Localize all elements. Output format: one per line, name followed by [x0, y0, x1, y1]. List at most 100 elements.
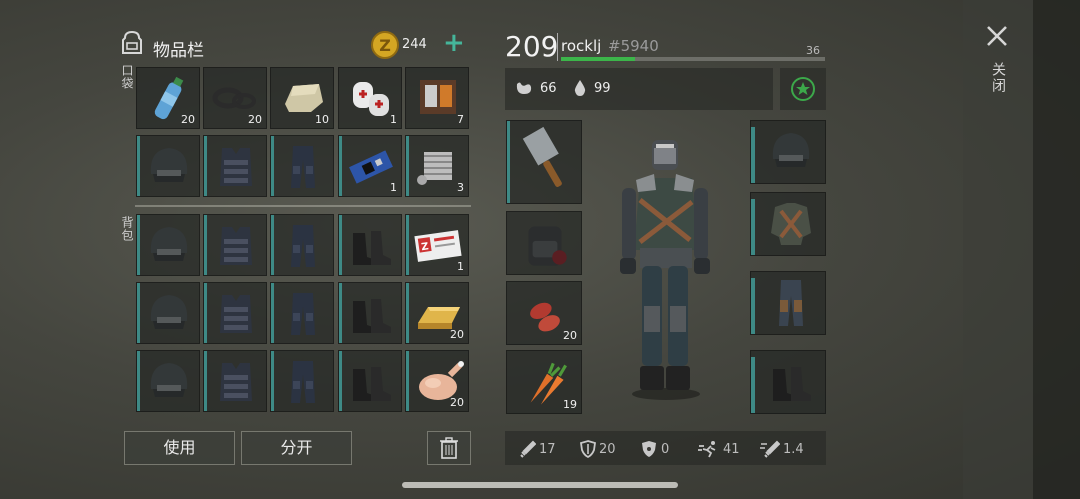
item-count: 20 [450, 328, 464, 341]
equipment-slot-jacket[interactable] [750, 192, 826, 256]
equipment-slot-pants[interactable] [750, 271, 826, 335]
pocket-slot[interactable] [203, 135, 267, 197]
quick-slot[interactable]: 20 [506, 281, 582, 345]
defense-value: 20 [599, 441, 616, 457]
player-character [600, 130, 730, 409]
pocket-label: 口袋 [120, 64, 134, 90]
close-icon [987, 26, 1007, 46]
backpack-slot[interactable] [338, 214, 402, 276]
player-level: 209 [505, 30, 559, 63]
item-count: 19 [563, 398, 577, 411]
item-count: 20 [563, 329, 577, 342]
backpack-slot[interactable] [270, 350, 334, 412]
defense-stat: 20 [580, 440, 616, 458]
backpack-slot[interactable] [338, 282, 402, 344]
speed-stat: 41 [698, 440, 740, 458]
backpack-slot[interactable] [338, 350, 402, 412]
radiation-stat: 0 [640, 440, 669, 458]
xp-bar [561, 57, 825, 61]
item-count: 1 [457, 260, 464, 273]
backpack-slot[interactable] [203, 214, 267, 276]
item-count: 3 [457, 181, 464, 194]
sword-icon [520, 440, 536, 458]
pocket-slot[interactable]: 7 [405, 67, 469, 129]
section-divider [135, 205, 471, 207]
water-drop-icon [573, 79, 587, 101]
backpack-slot[interactable] [203, 282, 267, 344]
player-tag: #5940 [608, 37, 659, 55]
pocket-slot[interactable]: 1 [338, 67, 402, 129]
slot-accent [751, 278, 755, 334]
xp-bar-fill [561, 57, 635, 61]
pocket-slot[interactable]: 3 [405, 135, 469, 197]
favorite-button[interactable] [780, 68, 826, 110]
attack-stat: 17 [518, 440, 556, 458]
backpack-slot[interactable] [203, 350, 267, 412]
equipment-slot-boots[interactable] [750, 350, 826, 414]
trash-button[interactable] [427, 431, 471, 465]
item-count: 1 [390, 113, 397, 126]
coin-icon: Z [370, 30, 400, 64]
shield-icon [580, 440, 596, 458]
pocket-slot[interactable]: 20 [136, 67, 200, 129]
player-name: rocklj [561, 37, 602, 55]
slot-accent [751, 199, 755, 255]
svg-text:Z: Z [421, 241, 430, 253]
name-divider [557, 33, 558, 61]
item-count: 1 [390, 181, 397, 194]
backpack-slot[interactable] [270, 282, 334, 344]
item-count: 20 [450, 396, 464, 409]
radiation-value: 0 [661, 441, 670, 457]
pocket-slot[interactable] [136, 135, 200, 197]
attack-value: 17 [539, 441, 556, 457]
use-button[interactable]: 使用 [124, 431, 235, 465]
item-count: 20 [181, 113, 195, 126]
trash-icon [440, 437, 458, 459]
backpack-slot[interactable] [136, 214, 200, 276]
slot-accent [751, 127, 755, 183]
attack-speed-stat: 1.4 [760, 440, 804, 458]
radiation-shield-icon [642, 441, 656, 457]
backpack-slot[interactable]: Z1 [405, 214, 469, 276]
fast-sword-icon [760, 440, 780, 458]
pants-icon [759, 272, 823, 338]
item-count: 20 [248, 113, 262, 126]
equipment-slot-helmet[interactable] [750, 120, 826, 184]
backpack-slot[interactable] [270, 214, 334, 276]
pocket-slot[interactable]: 20 [203, 67, 267, 129]
add-coins-button[interactable]: + [443, 30, 465, 56]
jacket-icon [759, 193, 823, 259]
xp-value: 36 [806, 44, 820, 57]
backpack-label: 背包 [120, 216, 134, 242]
backpack-slot[interactable]: 20 [405, 282, 469, 344]
item-count: 7 [457, 113, 464, 126]
close-label[interactable]: 关闭 [988, 62, 1008, 94]
quick-slot[interactable] [506, 120, 582, 204]
split-button[interactable]: 分开 [241, 431, 352, 465]
right-edge-shade [1033, 0, 1080, 499]
item-count: 10 [315, 113, 329, 126]
pocket-slot[interactable]: 1 [338, 135, 402, 197]
quick-slot[interactable]: 19 [506, 350, 582, 414]
home-indicator[interactable] [402, 482, 678, 488]
backpack-slot[interactable] [136, 282, 200, 344]
backpack-slot[interactable]: 20 [405, 350, 469, 412]
attack-speed-value: 1.4 [783, 441, 804, 457]
running-icon [698, 441, 716, 458]
coin-count: 244 [402, 37, 427, 52]
star-badge-icon [791, 77, 815, 101]
helmet-icon [759, 121, 823, 187]
pocket-slot[interactable] [270, 135, 334, 197]
close-button[interactable] [985, 24, 1009, 52]
quick-slot[interactable] [506, 211, 582, 275]
inventory-title: 物品栏 [153, 41, 204, 61]
backpack-icon [118, 28, 146, 60]
thirst-value: 99 [594, 81, 611, 96]
backpack-slot[interactable] [136, 350, 200, 412]
pocket-slot[interactable]: 10 [270, 67, 334, 129]
speed-value: 41 [723, 441, 740, 457]
svg-text:Z: Z [379, 36, 391, 55]
slot-accent [751, 357, 755, 413]
stomach-icon [514, 80, 534, 100]
hunger-value: 66 [540, 81, 557, 96]
